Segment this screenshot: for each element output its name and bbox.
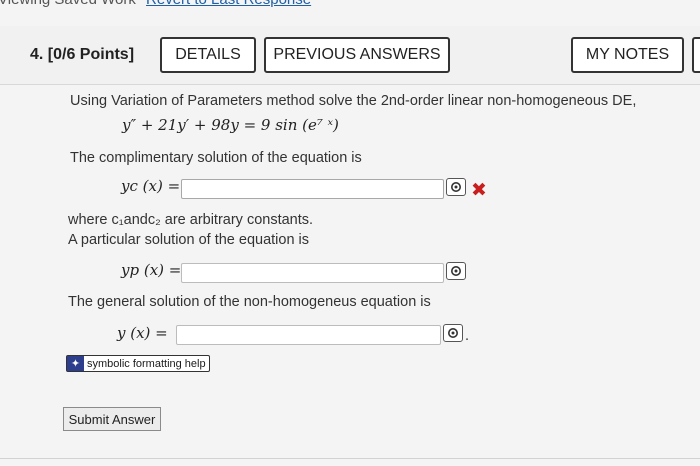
differential-equation: y″ + 21y′ + 98y = 9 sin (e⁷ ˣ)	[122, 116, 339, 134]
revert-link[interactable]: Revert to Last Response	[146, 0, 311, 8]
incorrect-icon: ✖	[471, 179, 487, 201]
y-label: y (x) =	[117, 324, 168, 342]
star-icon: ✦	[67, 356, 84, 371]
section-divider	[0, 458, 700, 459]
constants-note: where c₁andc₂ are arbitrary constants.	[68, 212, 314, 228]
my-notes-button[interactable]: MY NOTES	[571, 37, 684, 73]
saved-work-bar: Viewing Saved Work Revert to Last Respon…	[0, 0, 700, 10]
problem-intro: Using Variation of Parameters method sol…	[70, 93, 637, 109]
math-editor-icon[interactable]	[443, 324, 463, 342]
trailing-period: .	[465, 328, 470, 344]
question-body: Using Variation of Parameters method sol…	[0, 85, 700, 466]
yp-label: yp (x) =	[121, 261, 182, 279]
help-label: symbolic formatting help	[87, 357, 206, 370]
general-prompt: The general solution of the non-homogene…	[68, 294, 431, 310]
viewing-saved-work-text: Viewing Saved Work	[0, 0, 136, 8]
yc-answer-input[interactable]	[181, 179, 444, 199]
math-editor-icon[interactable]	[446, 178, 466, 196]
submit-answer-button[interactable]: Submit Answer	[63, 407, 161, 431]
previous-answers-button[interactable]: PREVIOUS ANSWERS	[264, 37, 450, 73]
overflow-button[interactable]	[692, 37, 700, 73]
complementary-prompt: The complimentary solution of the equati…	[70, 150, 362, 166]
yc-label: yc (x) =	[121, 177, 181, 195]
yp-answer-input[interactable]	[181, 263, 444, 283]
particular-prompt: A particular solution of the equation is	[68, 232, 310, 248]
details-button[interactable]: DETAILS	[160, 37, 256, 73]
question-header: 4. [0/6 Points] DETAILS PREVIOUS ANSWERS…	[0, 26, 700, 85]
symbolic-formatting-help-link[interactable]: ✦ symbolic formatting help	[66, 355, 210, 372]
general-answer-input[interactable]	[176, 325, 441, 345]
question-number: 4. [0/6 Points]	[30, 46, 135, 63]
math-editor-icon[interactable]	[446, 262, 466, 280]
